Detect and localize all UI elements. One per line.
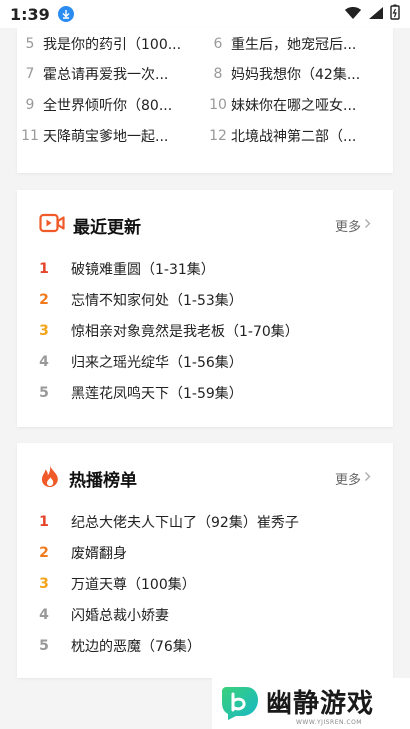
item-title: 黑莲花凤鸣天下（1-59集） — [71, 385, 243, 402]
watermark-url: WWW.YJISREN.COM — [296, 719, 362, 726]
grid-item-number: 7 — [25, 66, 35, 82]
grid-item-title: 妹妹你在哪之哑女... — [231, 98, 357, 114]
grid-item-title: 妈妈我想你（42集... — [231, 67, 361, 83]
grid-item-number: 10 — [209, 97, 227, 113]
more-link[interactable]: 更多 — [335, 216, 371, 235]
grid-item-number: 6 — [213, 36, 223, 52]
rank-number: 4 — [39, 606, 49, 623]
item-title: 万道天尊（100集） — [71, 576, 196, 593]
grid-item-title: 全世界倾听你（80... — [43, 98, 173, 114]
section-title: 最近更新 — [73, 217, 141, 238]
list-item[interactable]: 5 黑莲花凤鸣天下（1-59集） — [17, 377, 393, 408]
video-camera-icon — [39, 213, 65, 237]
item-title: 纪总大佬夫人下山了（92集）崔秀子 — [71, 514, 299, 531]
list-item[interactable]: 4 闪婚总裁小娇妻 — [17, 599, 393, 630]
item-title: 归来之瑶光绽华（1-56集） — [71, 354, 243, 371]
grid-item-title: 霍总请再爱我一次... — [43, 67, 169, 83]
recent-updates-card: 最近更新 更多 1 破镜难重圆（1-31集） 2 忘情不知家何处（1-53集） … — [17, 190, 393, 427]
grid-item-title: 我是你的药引（100... — [43, 37, 182, 53]
watermark-text: 幽静游戏 — [266, 688, 375, 719]
grid-item-number: 5 — [25, 36, 35, 52]
recent-list: 1 破镜难重圆（1-31集） 2 忘情不知家何处（1-53集） 3 惊相亲对象竟… — [17, 253, 393, 408]
rank-number: 5 — [39, 637, 49, 654]
grid-item[interactable]: 5 我是你的药引（100... — [17, 29, 205, 59]
item-title: 闪婚总裁小娇妻 — [71, 607, 169, 624]
grid-item[interactable]: 11 天降萌宝爹地一起... — [17, 121, 205, 151]
rank-number: 3 — [39, 322, 49, 339]
grid-item[interactable]: 9 全世界倾听你（80... — [17, 90, 205, 120]
grid-row: 5 我是你的药引（100... 6 重生后，她宠冠后... — [17, 29, 393, 59]
grid-row: 11 天降萌宝爹地一起... 12 北境战神第二部（... — [17, 121, 393, 151]
episode-grid-card: 5 我是你的药引（100... 6 重生后，她宠冠后... 7 霍总请再爱我一次… — [17, 28, 393, 173]
grid-item-title: 重生后，她宠冠后... — [231, 37, 357, 53]
grid-item-number: 8 — [213, 66, 223, 82]
rank-number: 5 — [39, 384, 49, 401]
grid-item-title: 北境战神第二部（... — [231, 129, 357, 145]
grid-item[interactable]: 12 北境战神第二部（... — [205, 121, 393, 151]
hot-list: 1 纪总大佬夫人下山了（92集）崔秀子 2 废婿翻身 3 万道天尊（100集） … — [17, 506, 393, 661]
hot-ranking-card: 热播榜单 更多 1 纪总大佬夫人下山了（92集）崔秀子 2 废婿翻身 3 万道天… — [17, 443, 393, 678]
watermark: 幽静游戏 WWW.YJISREN.COM — [212, 678, 410, 729]
item-title: 枕边的恶魔（76集） — [71, 638, 201, 655]
list-item[interactable]: 3 惊相亲对象竟然是我老板（1-70集） — [17, 315, 393, 346]
list-item[interactable]: 1 破镜难重圆（1-31集） — [17, 253, 393, 284]
status-bar: 1:39 — [0, 0, 410, 28]
more-label: 更多 — [334, 472, 361, 488]
more-label: 更多 — [334, 219, 361, 235]
section-header: 热播榜单 更多 — [39, 465, 371, 491]
item-title: 废婿翻身 — [71, 545, 127, 562]
chevron-right-icon — [364, 471, 371, 486]
rank-number: 3 — [39, 575, 49, 592]
grid-item[interactable]: 10 妹妹你在哪之哑女... — [205, 90, 393, 120]
grid-item[interactable]: 7 霍总请再爱我一次... — [17, 59, 205, 89]
grid-item[interactable]: 6 重生后，她宠冠后... — [205, 29, 393, 59]
list-item[interactable]: 4 归来之瑶光绽华（1-56集） — [17, 346, 393, 377]
rank-number: 1 — [39, 513, 49, 530]
watermark-logo-icon — [220, 683, 260, 725]
rank-number: 2 — [39, 544, 49, 561]
list-item[interactable]: 2 忘情不知家何处（1-53集） — [17, 284, 393, 315]
rank-number: 1 — [39, 260, 49, 277]
item-title: 惊相亲对象竟然是我老板（1-70集） — [71, 323, 299, 340]
download-icon — [57, 6, 74, 22]
list-item[interactable]: 5 枕边的恶魔（76集） — [17, 630, 393, 661]
grid-row: 9 全世界倾听你（80... 10 妹妹你在哪之哑女... — [17, 90, 393, 120]
battery-icon — [390, 4, 400, 24]
more-link[interactable]: 更多 — [335, 469, 371, 488]
list-item[interactable]: 2 废婿翻身 — [17, 537, 393, 568]
list-item[interactable]: 3 万道天尊（100集） — [17, 568, 393, 599]
grid-item[interactable]: 8 妈妈我想你（42集... — [205, 59, 393, 89]
list-item[interactable]: 1 纪总大佬夫人下山了（92集）崔秀子 — [17, 506, 393, 537]
section-title: 热播榜单 — [69, 470, 137, 491]
grid-item-number: 12 — [209, 128, 227, 144]
status-time: 1:39 — [10, 4, 50, 24]
grid-item-title: 天降萌宝爹地一起... — [43, 129, 169, 145]
chevron-right-icon — [364, 218, 371, 233]
grid-row: 7 霍总请再爱我一次... 8 妈妈我想你（42集... — [17, 59, 393, 89]
item-title: 忘情不知家何处（1-53集） — [71, 292, 243, 309]
wifi-icon — [344, 5, 362, 24]
flame-icon — [39, 464, 61, 492]
item-title: 破镜难重圆（1-31集） — [71, 261, 215, 278]
signal-icon — [368, 5, 384, 24]
rank-number: 4 — [39, 353, 49, 370]
section-header: 最近更新 更多 — [39, 212, 371, 238]
rank-number: 2 — [39, 291, 49, 308]
grid-item-number: 11 — [21, 128, 39, 144]
grid-item-number: 9 — [25, 97, 35, 113]
